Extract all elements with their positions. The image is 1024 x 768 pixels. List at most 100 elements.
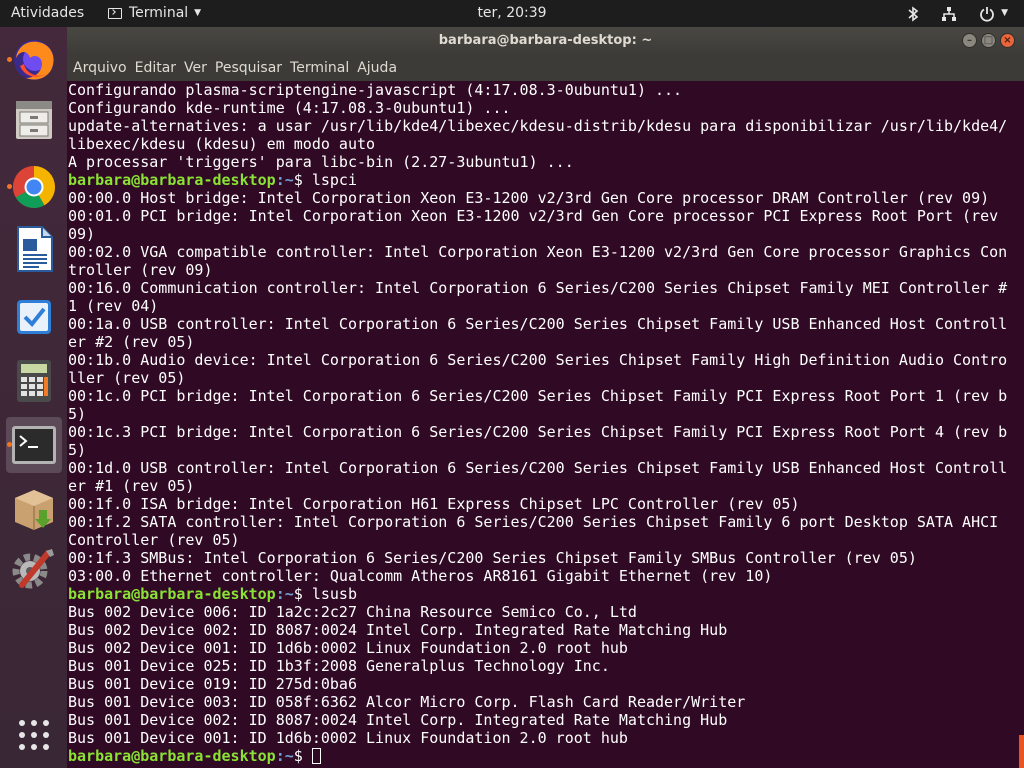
prompt-user: barbara@barbara-desktop bbox=[68, 747, 276, 765]
terminal-text: Configurando plasma-scriptengine-javascr… bbox=[68, 81, 1008, 765]
prompt-symbol: $ bbox=[293, 585, 312, 603]
package-installer-icon bbox=[15, 490, 53, 530]
top-bar: Atividades Terminal ▼ ter, 20:39 ▼ bbox=[0, 0, 1024, 27]
terminal-output-line: Bus 001 Device 019: ID 275d:0ba6 bbox=[68, 675, 357, 693]
terminal-output-line: Bus 002 Device 001: ID 1d6b:0002 Linux F… bbox=[68, 639, 628, 657]
window-title: barbara@barbara-desktop: ~ bbox=[438, 33, 653, 48]
terminal-output-line: ller (rev 05) bbox=[68, 369, 186, 387]
dock-item-tasks[interactable] bbox=[6, 289, 62, 345]
dock-item-writer[interactable] bbox=[6, 221, 62, 277]
running-indicator bbox=[7, 184, 12, 189]
system-tray[interactable]: ▼ bbox=[907, 0, 1008, 27]
terminal-icon bbox=[12, 426, 56, 464]
terminal-output-line: 00:16.0 Communication controller: Intel … bbox=[68, 279, 1008, 297]
terminal-output-line: 09) bbox=[68, 225, 96, 243]
settings-tools-icon bbox=[12, 549, 54, 589]
power-icon[interactable]: ▼ bbox=[979, 0, 1008, 27]
terminal-output-line: Controller (rev 05) bbox=[68, 531, 240, 549]
prompt-symbol: $ bbox=[293, 747, 312, 765]
terminal-output-line: 00:1d.0 USB controller: Intel Corporatio… bbox=[68, 459, 1008, 477]
prompt-user: barbara@barbara-desktop bbox=[68, 585, 276, 603]
terminal-output-line: Bus 001 Device 003: ID 058f:6362 Alcor M… bbox=[68, 693, 746, 711]
prompt-path: :~ bbox=[275, 747, 294, 765]
running-indicator bbox=[7, 442, 12, 447]
calculator-icon bbox=[17, 360, 51, 402]
chrome-icon bbox=[12, 166, 56, 209]
show-applications-button[interactable] bbox=[6, 707, 62, 763]
terminal-output-line: libexec/kdesu (kdesu) em modo auto bbox=[68, 135, 376, 153]
terminal-window: barbara@barbara-desktop: ~ – □ × Arquivo… bbox=[67, 27, 1024, 768]
activities-button[interactable]: Atividades bbox=[11, 0, 84, 27]
network-wired-icon[interactable] bbox=[941, 0, 957, 27]
terminal-output-line: er #1 (rev 05) bbox=[68, 477, 195, 495]
tasks-icon bbox=[17, 300, 51, 334]
terminal-output-line: Bus 001 Device 002: ID 8087:0024 Intel C… bbox=[68, 711, 728, 729]
prompt-user: barbara@barbara-desktop bbox=[68, 171, 276, 189]
terminal-output-line: 5) bbox=[68, 441, 87, 459]
command-text: lspci bbox=[311, 171, 357, 189]
terminal-output-line: er #2 (rev 05) bbox=[68, 333, 195, 351]
menu-ver[interactable]: Ver bbox=[184, 60, 207, 76]
window-titlebar[interactable]: barbara@barbara-desktop: ~ – □ × bbox=[67, 27, 1024, 55]
terminal-output-line: 00:1f.0 ISA bridge: Intel Corporation H6… bbox=[68, 495, 800, 513]
dock-item-terminal[interactable] bbox=[6, 417, 62, 473]
bluetooth-icon[interactable] bbox=[907, 0, 919, 27]
app-menu-label: Terminal bbox=[129, 5, 189, 21]
terminal-output-line: 5) bbox=[68, 405, 87, 423]
chevron-down-icon: ▼ bbox=[194, 8, 202, 18]
writer-icon bbox=[17, 226, 53, 272]
close-button[interactable]: × bbox=[1000, 33, 1015, 48]
terminal-output-line: 1 (rev 04) bbox=[68, 297, 159, 315]
dock bbox=[0, 27, 67, 768]
text-cursor bbox=[311, 748, 321, 764]
minimize-button[interactable]: – bbox=[962, 33, 977, 48]
terminal-prompt-line: barbara@barbara-desktop:~$ bbox=[68, 747, 1008, 765]
terminal-output-line: 00:01.0 PCI bridge: Intel Corporation Xe… bbox=[68, 207, 999, 225]
menu-terminal[interactable]: Terminal bbox=[290, 60, 349, 76]
dock-item-settings[interactable] bbox=[6, 541, 62, 597]
dock-item-package-installer[interactable] bbox=[6, 481, 62, 537]
terminal-prompt-line: barbara@barbara-desktop:~$ lsusb bbox=[68, 585, 1008, 603]
app-grid-icon bbox=[19, 720, 49, 750]
terminal-output-area[interactable]: Configurando plasma-scriptengine-javascr… bbox=[67, 81, 1024, 768]
terminal-output-line: 00:1f.2 SATA controller: Intel Corporati… bbox=[68, 513, 999, 531]
prompt-path: :~ bbox=[275, 585, 294, 603]
terminal-output-line: 00:1c.0 PCI bridge: Intel Corporation 6 … bbox=[68, 387, 1008, 405]
scroll-indicator bbox=[1019, 735, 1024, 768]
menu-bar: Arquivo Editar Ver Pesquisar Terminal Aj… bbox=[67, 55, 1024, 81]
terminal-output-line: Bus 001 Device 025: ID 1b3f:2008 General… bbox=[68, 657, 610, 675]
terminal-output-line: 00:1a.0 USB controller: Intel Corporatio… bbox=[68, 315, 1008, 333]
maximize-button[interactable]: □ bbox=[981, 33, 996, 48]
terminal-output-line: 00:02.0 VGA compatible controller: Intel… bbox=[68, 243, 1008, 261]
running-indicator bbox=[7, 57, 12, 62]
dock-item-chrome[interactable] bbox=[6, 159, 62, 215]
terminal-output-line: Bus 002 Device 002: ID 8087:0024 Intel C… bbox=[68, 621, 728, 639]
terminal-small-icon bbox=[108, 8, 122, 19]
terminal-output-line: Bus 001 Device 001: ID 1d6b:0002 Linux F… bbox=[68, 729, 628, 747]
terminal-output-line: 00:1c.3 PCI bridge: Intel Corporation 6 … bbox=[68, 423, 1008, 441]
clock-button[interactable]: ter, 20:39 bbox=[477, 5, 546, 21]
firefox-icon bbox=[14, 40, 54, 80]
menu-ajuda[interactable]: Ajuda bbox=[357, 60, 397, 76]
terminal-output-line: 03:00.0 Ethernet controller: Qualcomm At… bbox=[68, 567, 773, 585]
terminal-prompt-line: barbara@barbara-desktop:~$ lspci bbox=[68, 171, 1008, 189]
terminal-output-line: update-alternatives: a usar /usr/lib/kde… bbox=[68, 117, 1008, 135]
prompt-path: :~ bbox=[275, 171, 294, 189]
dock-item-firefox[interactable] bbox=[6, 32, 62, 88]
files-icon bbox=[16, 101, 52, 139]
dock-item-files[interactable] bbox=[6, 92, 62, 148]
terminal-output-line: A processar 'triggers' para libc-bin (2.… bbox=[68, 153, 574, 171]
terminal-output-line: Configurando plasma-scriptengine-javascr… bbox=[68, 81, 683, 99]
prompt-symbol: $ bbox=[293, 171, 312, 189]
terminal-output-line: 00:1f.3 SMBus: Intel Corporation 6 Serie… bbox=[68, 549, 917, 567]
terminal-output-line: 00:00.0 Host bridge: Intel Corporation X… bbox=[68, 189, 990, 207]
app-menu-button[interactable]: Terminal ▼ bbox=[108, 0, 201, 27]
window-controls: – □ × bbox=[962, 33, 1015, 48]
menu-pesquisar[interactable]: Pesquisar bbox=[215, 60, 282, 76]
command-text: lsusb bbox=[311, 585, 357, 603]
menu-editar[interactable]: Editar bbox=[135, 60, 176, 76]
menu-arquivo[interactable]: Arquivo bbox=[73, 60, 127, 76]
dock-item-calculator[interactable] bbox=[6, 353, 62, 409]
terminal-output-line: 00:1b.0 Audio device: Intel Corporation … bbox=[68, 351, 1008, 369]
terminal-output-line: Configurando kde-runtime (4:17.08.3-0ubu… bbox=[68, 99, 511, 117]
